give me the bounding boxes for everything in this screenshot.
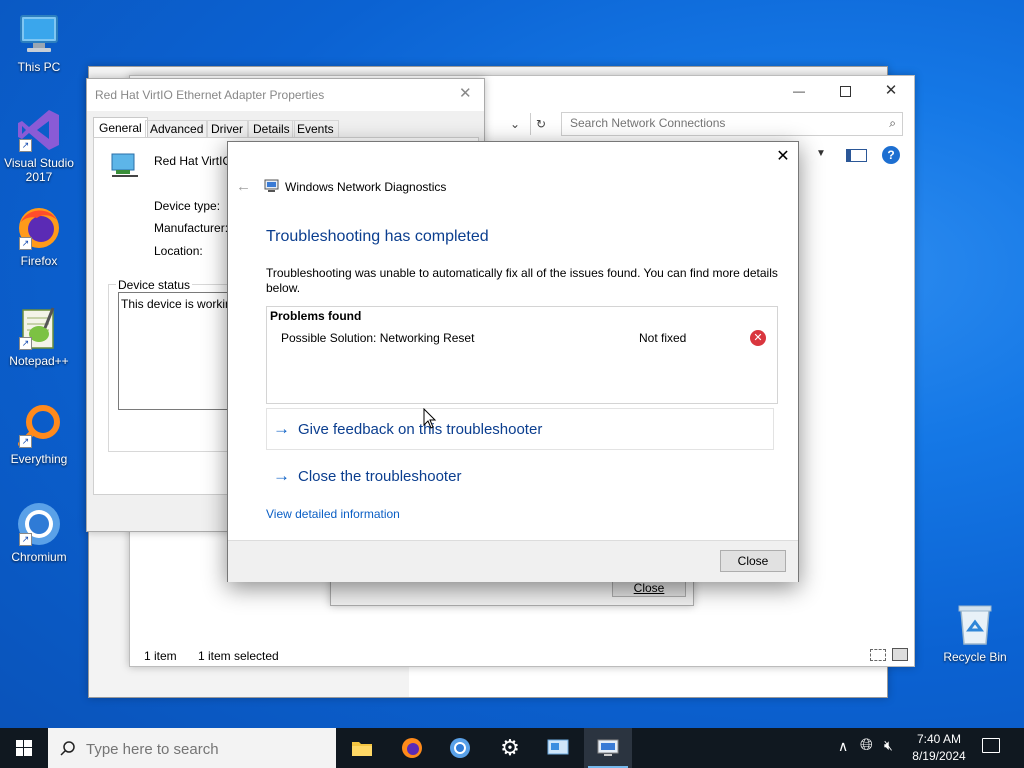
windows-logo-icon xyxy=(16,740,32,756)
give-feedback-label: Give feedback on this troubleshooter xyxy=(298,420,543,438)
shortcut-arrow-icon: ↗ xyxy=(19,237,32,250)
problems-header: Problems found xyxy=(270,309,362,323)
tab-label: Driver xyxy=(211,122,243,136)
taskbar-file-explorer[interactable] xyxy=(338,728,386,768)
desktop-icon-label: Firefox xyxy=(20,254,58,268)
search-icon: ⌕ xyxy=(889,116,896,130)
desktop-icon-label: Everything xyxy=(10,452,68,466)
preview-pane-button[interactable] xyxy=(846,149,867,162)
error-icon: ✕ xyxy=(750,330,766,346)
close-troubleshooter-label: Close the troubleshooter xyxy=(298,467,462,485)
chromium-icon xyxy=(450,738,470,758)
desktop-icon-label: Notepad++ xyxy=(9,354,69,368)
tab-label: Advanced xyxy=(150,122,204,136)
shortcut-arrow-icon: ↗ xyxy=(19,337,32,350)
maximize-button[interactable] xyxy=(830,78,860,104)
view-options-dropdown[interactable]: ▼ xyxy=(816,148,826,159)
monitor-icon xyxy=(20,15,58,52)
tab-general[interactable]: General xyxy=(93,117,148,138)
help-icon[interactable]: ? xyxy=(882,146,900,164)
taskbar-search-input[interactable] xyxy=(84,738,328,760)
minimize-button[interactable]: — xyxy=(784,78,814,104)
start-button[interactable] xyxy=(0,728,48,768)
desktop-icon-label: Recycle Bin xyxy=(943,650,1007,664)
desktop-icon-label: Chromium xyxy=(11,550,67,564)
network-diagnostics-icon xyxy=(264,179,279,192)
shortcut-arrow-icon: ↗ xyxy=(19,435,32,448)
notifications-icon[interactable] xyxy=(982,738,1000,753)
tab-label: Events xyxy=(297,122,334,136)
network-globe-icon[interactable]: 🌐︎ xyxy=(860,737,873,755)
firefox-icon xyxy=(402,738,422,758)
network-diagnostics-icon xyxy=(597,739,619,756)
shortcut-arrow-icon: ↗ xyxy=(19,533,32,546)
problem-name: Possible Solution: Networking Reset xyxy=(281,331,475,345)
search-box[interactable]: ⌕ xyxy=(561,112,903,136)
dialog-footer: Close xyxy=(228,540,798,582)
tab-label: Details xyxy=(253,122,290,136)
dialog-close-button[interactable]: ✕ xyxy=(772,146,794,168)
taskbar-control-panel[interactable] xyxy=(534,728,582,768)
taskbar-firefox[interactable] xyxy=(388,728,436,768)
recycle-bin-icon xyxy=(958,605,992,645)
problem-row[interactable]: Possible Solution: Networking Reset Not … xyxy=(267,329,777,347)
dialog-heading: Troubleshooting has completed xyxy=(266,228,489,245)
refresh-button[interactable]: ↻ xyxy=(530,113,551,135)
desktop-icon-label: Visual Studio 2017 xyxy=(4,156,74,184)
back-arrow-icon[interactable]: ← xyxy=(236,178,251,195)
large-icons-view-icon[interactable] xyxy=(892,648,908,661)
search-icon xyxy=(60,741,75,756)
properties-title: Red Hat VirtIO Ethernet Adapter Properti… xyxy=(95,88,325,102)
address-dropdown-icon[interactable]: ⌄ xyxy=(510,114,526,134)
desktop-icon-notepadpp[interactable]: ↗ Notepad++ xyxy=(1,304,77,368)
dialog-description: Troubleshooting was unable to automatica… xyxy=(266,266,778,295)
arrow-right-icon: → xyxy=(273,419,290,438)
close-button[interactable]: Close xyxy=(720,550,786,572)
arrow-right-icon: → xyxy=(273,466,290,485)
desktop-icon-visual-studio[interactable]: ↗ Visual Studio 2017 xyxy=(1,106,77,184)
volume-muted-icon[interactable]: 🔇︎ xyxy=(884,737,893,754)
desktop-icon-this-pc[interactable]: This PC xyxy=(1,10,77,74)
desktop-icon-everything[interactable]: ↗ Everything xyxy=(1,402,77,466)
close-troubleshooter-link[interactable]: → Close the troubleshooter xyxy=(266,456,773,496)
gear-icon: ⚙ xyxy=(500,735,520,760)
problems-panel: Problems found Possible Solution: Networ… xyxy=(266,306,778,404)
manufacturer-label: Manufacturer: xyxy=(154,221,229,235)
desktop-icon-recycle-bin[interactable]: Recycle Bin xyxy=(937,600,1013,664)
network-diagnostics-dialog: ✕ ← Windows Network Diagnostics Troubles… xyxy=(227,141,799,582)
view-detailed-info-link[interactable]: View detailed information xyxy=(266,507,400,521)
network-adapter-icon xyxy=(111,153,138,177)
folder-icon xyxy=(352,742,372,756)
clock-date[interactable]: 8/19/2024 xyxy=(908,749,970,763)
properties-close-button[interactable]: ✕ xyxy=(459,84,472,102)
details-view-icon[interactable] xyxy=(870,649,886,661)
give-feedback-link[interactable]: → Give feedback on this troubleshooter xyxy=(266,408,774,450)
taskbar-settings[interactable]: ⚙ xyxy=(486,728,534,768)
location-label: Location: xyxy=(154,244,203,258)
status-selected: 1 item selected xyxy=(198,649,279,663)
button-label: Close xyxy=(737,554,769,568)
device-status-legend: Device status xyxy=(116,278,193,292)
taskbar: ⚙ ∧ 🌐︎ 🔇︎ 7:40 AM 8/19/2024 xyxy=(0,728,1024,768)
taskbar-search-box[interactable] xyxy=(48,728,336,768)
desktop-icon-chromium[interactable]: ↗ Chromium xyxy=(1,500,77,564)
taskbar-network-diagnostics[interactable] xyxy=(584,728,632,768)
button-label: Close xyxy=(633,581,665,595)
close-window-button[interactable]: ✕ xyxy=(876,78,906,104)
dialog-title: Windows Network Diagnostics xyxy=(285,180,447,194)
shortcut-arrow-icon: ↗ xyxy=(19,139,32,152)
desktop-icon-firefox[interactable]: ↗ Firefox xyxy=(1,204,77,268)
status-item-count: 1 item xyxy=(144,649,177,663)
desktop-icon-label: This PC xyxy=(17,60,61,74)
mouse-cursor-icon xyxy=(423,408,437,429)
tab-label: General xyxy=(99,121,142,135)
control-panel-icon xyxy=(547,739,569,755)
search-input[interactable] xyxy=(562,113,878,133)
device-type-label: Device type: xyxy=(154,199,221,213)
clock-time[interactable]: 7:40 AM xyxy=(916,732,962,746)
taskbar-chromium[interactable] xyxy=(436,728,484,768)
tray-overflow-chevron-icon[interactable]: ∧ xyxy=(838,738,848,755)
problem-status: Not fixed xyxy=(639,331,687,345)
maximize-icon xyxy=(839,85,851,97)
